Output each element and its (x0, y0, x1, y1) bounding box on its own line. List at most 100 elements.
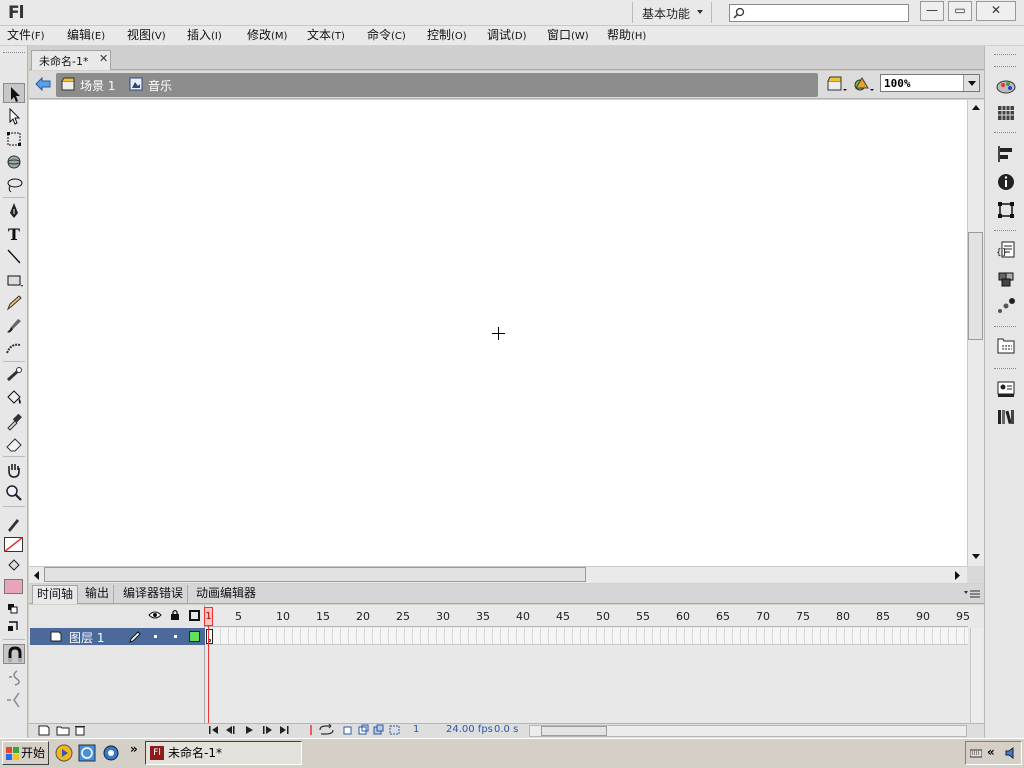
zoom-tool-icon[interactable] (3, 483, 25, 503)
edit-symbols-icon[interactable] (852, 75, 876, 93)
rectangle-tool-icon[interactable] (3, 270, 25, 290)
menu-file[interactable]: 文件(F) (7, 27, 45, 45)
menu-view[interactable]: 视图(V) (127, 27, 166, 45)
library-icon[interactable] (995, 336, 1017, 356)
deco-tool-icon[interactable] (3, 339, 25, 359)
straighten-icon[interactable] (3, 690, 25, 710)
eyedropper-tool-icon[interactable] (3, 411, 25, 431)
transform-icon[interactable] (995, 200, 1017, 220)
properties-icon[interactable] (995, 379, 1017, 399)
playback-controls[interactable] (208, 724, 296, 736)
eraser-tool-icon[interactable] (3, 434, 25, 454)
close-icon[interactable]: ✕ (99, 52, 108, 65)
zoom-dropdown-button[interactable] (963, 75, 979, 91)
minimize-button[interactable]: — (920, 1, 944, 21)
layer-name[interactable]: 图层 1 (69, 629, 104, 646)
menu-help[interactable]: 帮助(H) (607, 27, 646, 45)
selection-tool-icon[interactable] (3, 83, 25, 103)
swap-colors-icon[interactable] (3, 616, 25, 636)
speaker-icon[interactable] (1004, 746, 1018, 760)
back-arrow-icon[interactable] (34, 76, 52, 92)
vertical-scroll-thumb[interactable] (968, 232, 983, 340)
trash-icon[interactable] (74, 724, 86, 736)
subselection-tool-icon[interactable] (3, 106, 25, 126)
start-button[interactable]: 开始 (2, 741, 49, 765)
playhead[interactable]: 1 (204, 607, 213, 626)
panel-grip[interactable] (3, 52, 25, 55)
quicklaunch-more[interactable]: » (130, 742, 138, 756)
frame-rate[interactable]: 24.00 fps (446, 724, 493, 735)
media-player-icon[interactable] (55, 744, 73, 762)
frame-grid[interactable] (205, 628, 968, 645)
snap-to-objects-icon[interactable] (3, 644, 25, 664)
keyboard-icon[interactable] (970, 747, 982, 759)
menu-commands[interactable]: 命令(C) (367, 27, 406, 45)
menu-control[interactable]: 控制(O) (427, 27, 467, 45)
menu-modify[interactable]: 修改(M) (247, 27, 287, 45)
brush-tool-icon[interactable] (3, 316, 25, 336)
bone-tool-icon[interactable] (3, 365, 25, 385)
scroll-down-icon[interactable] (970, 552, 982, 562)
smooth-icon[interactable] (3, 667, 25, 687)
panel-grip[interactable] (994, 230, 1016, 233)
fill-color-icon[interactable] (3, 556, 25, 576)
tab-compiler-errors[interactable]: 编译器错误 (119, 585, 189, 604)
browser-icon[interactable] (78, 744, 96, 762)
panel-grip[interactable] (994, 54, 1016, 57)
text-tool-icon[interactable]: T (3, 224, 25, 244)
horizontal-scroll-thumb[interactable] (44, 567, 586, 582)
layer-color-swatch[interactable] (189, 631, 200, 642)
line-tool-icon[interactable] (3, 247, 25, 267)
panel-grip[interactable] (994, 66, 1016, 69)
color-icon[interactable] (995, 76, 1017, 96)
menu-insert[interactable]: 插入(I) (187, 27, 222, 45)
tab-motion-editor[interactable]: 动画编辑器 (192, 585, 260, 604)
visibility-dot[interactable] (154, 635, 157, 638)
menu-edit[interactable]: 编辑(E) (67, 27, 105, 45)
library-books-icon[interactable] (995, 407, 1017, 427)
restore-button[interactable]: ▭ (948, 1, 972, 21)
taskbar-item-flash[interactable]: Fl 未命名-1* (145, 741, 302, 765)
lock-icon[interactable] (169, 609, 181, 621)
loop-icon[interactable] (305, 724, 335, 736)
onion-skin-icons[interactable] (342, 724, 404, 736)
info-icon[interactable] (995, 172, 1017, 192)
breadcrumb-scene[interactable]: 场景 1 (80, 77, 115, 94)
3d-rotation-tool-icon[interactable] (3, 152, 25, 172)
paint-bucket-tool-icon[interactable] (3, 388, 25, 408)
tray-expand[interactable]: « (987, 745, 995, 759)
scroll-left-icon[interactable] (31, 570, 41, 581)
menu-debug[interactable]: 调试(D) (487, 27, 527, 45)
panel-grip[interactable] (994, 368, 1016, 371)
tab-output[interactable]: 输出 (81, 585, 115, 604)
panel-grip[interactable] (994, 132, 1016, 135)
stroke-swatch[interactable] (4, 537, 23, 552)
eye-icon[interactable] (148, 610, 162, 620)
search-input[interactable] (729, 4, 909, 22)
lasso-tool-icon[interactable] (3, 175, 25, 195)
timeline-scroll-thumb[interactable] (541, 726, 607, 736)
align-icon[interactable] (995, 144, 1017, 164)
menu-text[interactable]: 文本(T) (307, 27, 345, 45)
fill-swatch[interactable] (4, 579, 23, 594)
timeline-vertical-scrollbar[interactable] (970, 628, 983, 723)
components-icon[interactable] (995, 268, 1017, 288)
panel-grip[interactable] (994, 326, 1016, 329)
pencil-tool-icon[interactable] (3, 293, 25, 313)
pen-tool-icon[interactable] (3, 201, 25, 221)
hand-tool-icon[interactable] (3, 460, 25, 480)
edit-scene-icon[interactable] (826, 75, 848, 93)
outline-toggle-icon[interactable] (189, 610, 200, 621)
motion-presets-icon[interactable] (995, 296, 1017, 316)
breadcrumb-symbol[interactable]: 音乐 (148, 77, 172, 94)
actions-icon[interactable]: {} (995, 240, 1017, 260)
document-tab[interactable]: 未命名-1* ✕ (31, 50, 111, 70)
settings-gear-icon[interactable] (102, 744, 120, 762)
new-folder-icon[interactable] (56, 725, 70, 736)
tab-timeline[interactable]: 时间轴 (32, 585, 79, 604)
lock-dot[interactable] (174, 635, 177, 638)
panel-menu-icon[interactable] (963, 589, 981, 599)
stroke-color-icon[interactable] (3, 514, 25, 534)
free-transform-tool-icon[interactable] (3, 129, 25, 149)
swatches-icon[interactable] (995, 103, 1017, 123)
